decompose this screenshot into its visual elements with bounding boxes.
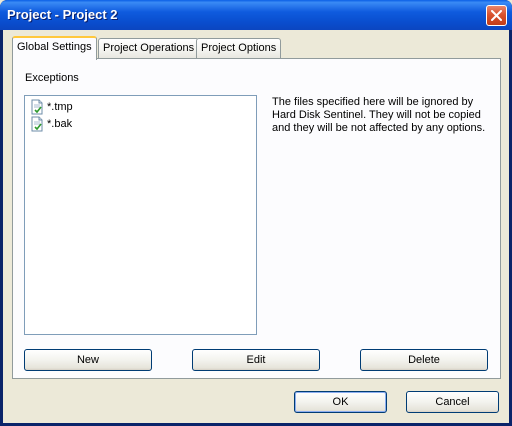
window-title: Project - Project 2 <box>7 7 118 22</box>
list-item[interactable]: *.bak <box>29 115 72 132</box>
tab-project-operations[interactable]: Project Operations <box>98 38 200 58</box>
close-icon <box>491 10 502 21</box>
dialog-window: Project - Project 2 Global Settings Proj… <box>0 0 512 426</box>
tab-global-settings[interactable]: Global Settings <box>12 36 97 60</box>
list-item-label: *.bak <box>47 117 73 130</box>
document-check-icon <box>31 116 43 131</box>
delete-button[interactable]: Delete <box>360 349 488 371</box>
cancel-button[interactable]: Cancel <box>406 391 499 413</box>
tab-label: Global Settings <box>17 41 92 53</box>
exceptions-label: Exceptions <box>25 72 79 84</box>
tab-project-options[interactable]: Project Options <box>196 38 282 58</box>
document-check-icon <box>31 99 43 114</box>
exceptions-list[interactable]: *.tmp *.bak <box>24 95 257 335</box>
title-bar[interactable]: Project - Project 2 <box>0 0 512 30</box>
new-button[interactable]: New <box>24 349 152 371</box>
dialog-client-area: Global Settings Project Operations Proje… <box>3 30 509 423</box>
tab-label: Project Options <box>201 42 277 54</box>
ok-button[interactable]: OK <box>294 391 387 413</box>
close-button[interactable] <box>486 5 507 26</box>
info-text: The files specified here will be ignored… <box>272 96 486 134</box>
tab-label: Project Operations <box>103 42 195 54</box>
list-item[interactable]: *.tmp <box>29 98 73 115</box>
list-item-label: *.tmp <box>47 100 73 113</box>
tab-panel: Exceptions *.tmp *.bak The files specifi… <box>12 58 501 379</box>
edit-button[interactable]: Edit <box>192 349 320 371</box>
